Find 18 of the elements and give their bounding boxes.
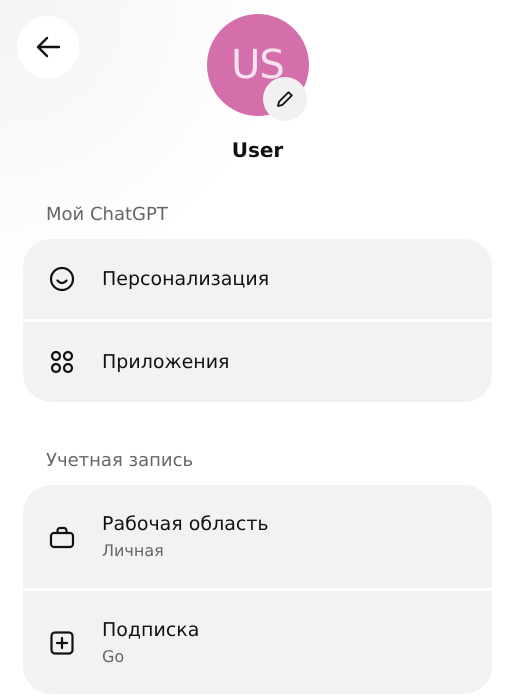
item-subtitle: Go xyxy=(102,647,126,666)
back-arrow-icon xyxy=(35,36,61,58)
item-label: Персонализация xyxy=(102,268,270,290)
settings-item[interactable]: Подписка Go xyxy=(23,591,492,694)
user-name: User xyxy=(232,138,284,162)
pencil-icon xyxy=(274,89,294,109)
section-title: Учетная запись xyxy=(46,450,194,471)
plus-square-icon xyxy=(49,630,75,656)
item-subtitle: Личная xyxy=(102,541,165,560)
section-title: Мой ChatGPT xyxy=(46,204,169,225)
settings-item[interactable]: Приложения xyxy=(23,322,492,402)
settings-item[interactable]: Рабочая область Личная xyxy=(23,485,492,588)
settings-item[interactable]: Персонализация xyxy=(23,239,492,319)
item-label: Приложения xyxy=(102,351,230,373)
apps-icon xyxy=(49,349,75,375)
item-label: Рабочая область xyxy=(102,513,269,535)
smile-icon xyxy=(49,266,75,292)
item-label: Подписка xyxy=(102,619,200,641)
